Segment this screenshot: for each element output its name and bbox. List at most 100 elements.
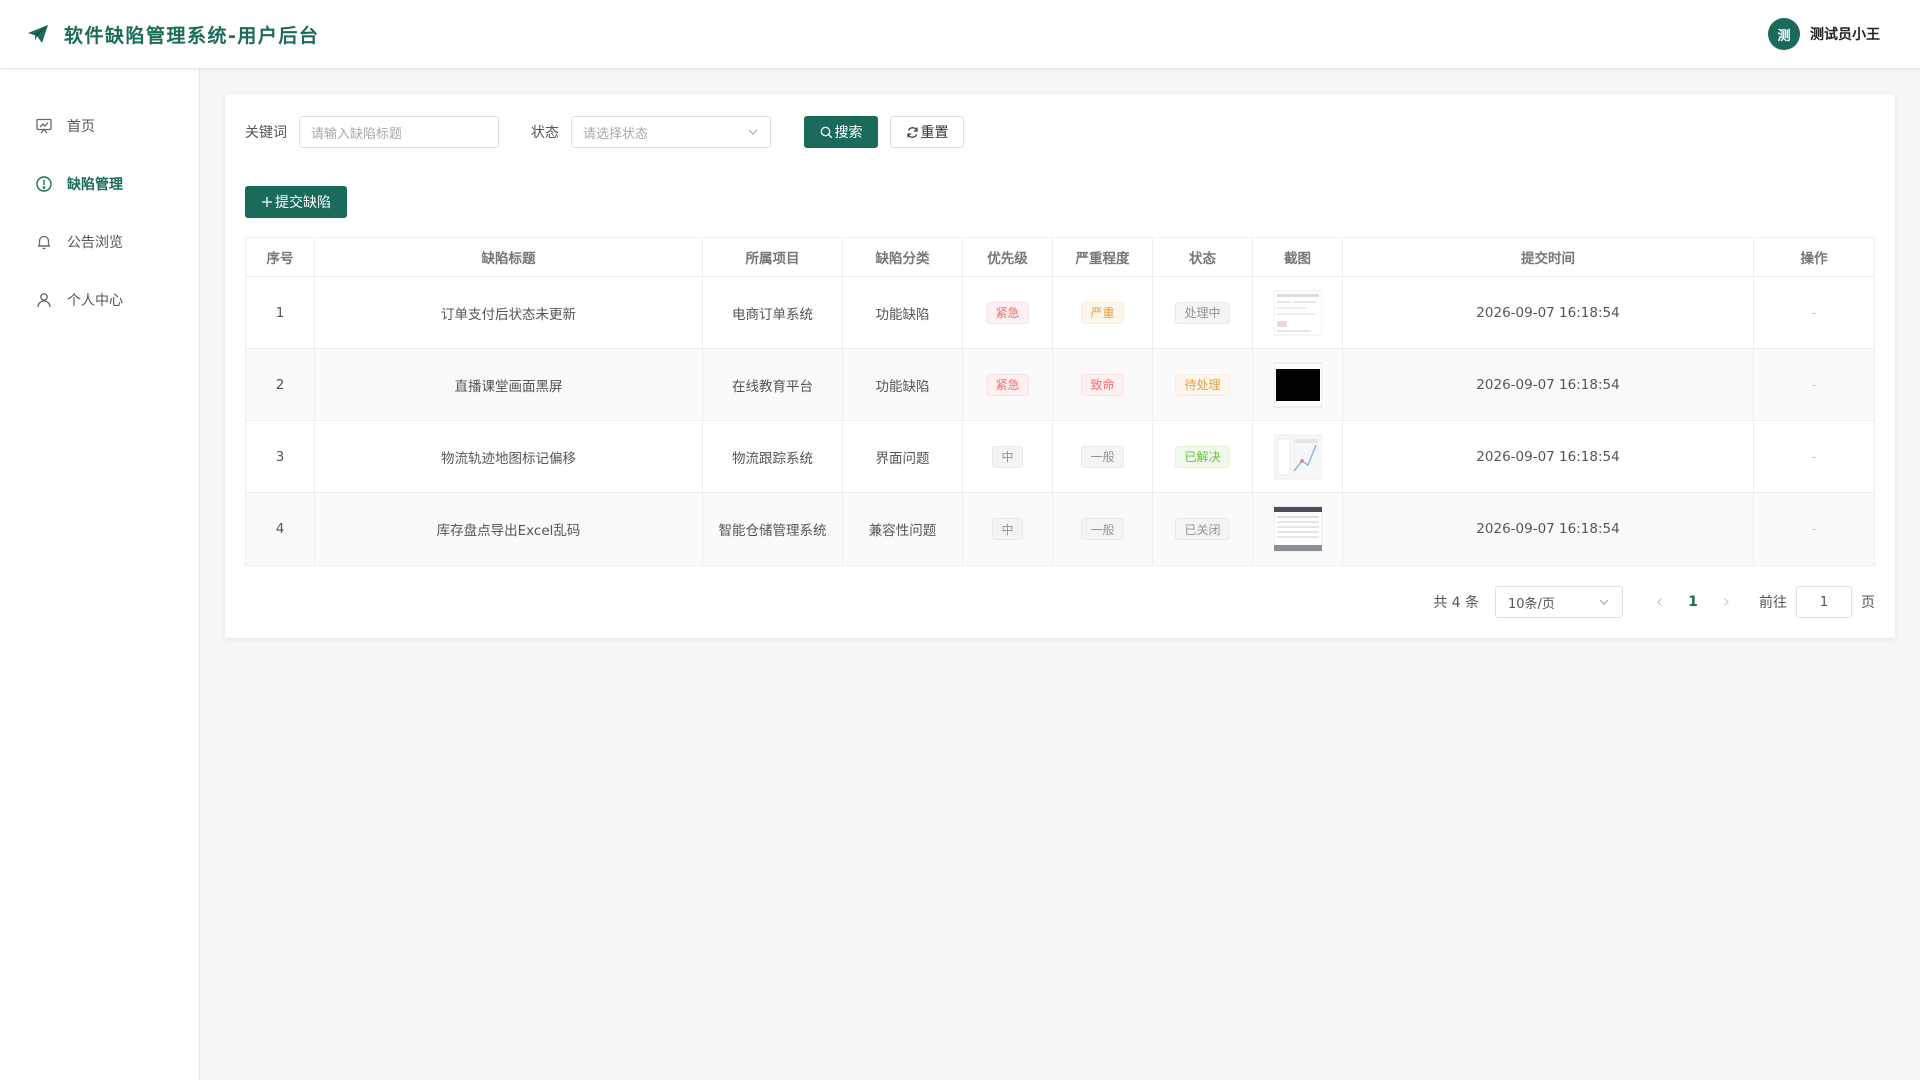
avatar[interactable]: 测 bbox=[1768, 18, 1800, 50]
table-row[interactable]: 3 物流轨迹地图标记偏移 物流跟踪系统 界面问题 中 一般 已解决 2026-0… bbox=[246, 421, 1874, 493]
chevron-down-icon bbox=[747, 126, 759, 138]
cell-actions: - bbox=[1811, 376, 1817, 393]
user-name[interactable]: 测试员小王 bbox=[1810, 24, 1880, 44]
sidebar-item-label: 个人中心 bbox=[67, 293, 123, 309]
cell-index: 3 bbox=[246, 421, 315, 492]
chevron-down-icon bbox=[1598, 596, 1610, 608]
page-number[interactable]: 1 bbox=[1675, 594, 1711, 610]
column-header: 严重程度 bbox=[1053, 238, 1153, 276]
status-tag: 待处理 bbox=[1175, 373, 1230, 396]
sidebar-item-label: 缺陷管理 bbox=[67, 177, 123, 193]
sidebar-item-label: 首页 bbox=[67, 119, 95, 135]
search-button[interactable]: 搜索 bbox=[804, 116, 878, 148]
defect-table: 序号 缺陷标题 所属项目 缺陷分类 优先级 严重程度 状态 截图 提交时间 操作… bbox=[245, 237, 1875, 566]
goto-page-value: 1 bbox=[1819, 594, 1829, 610]
cell-actions: - bbox=[1811, 521, 1817, 537]
cell-category: 功能缺陷 bbox=[843, 349, 963, 420]
priority-tag: 紧急 bbox=[986, 301, 1029, 324]
page-suffix: 页 bbox=[1861, 595, 1875, 611]
table-row[interactable]: 4 库存盘点导出Excel乱码 智能仓储管理系统 兼容性问题 中 一般 已关闭 … bbox=[246, 493, 1874, 565]
refresh-icon bbox=[906, 126, 919, 139]
search-icon bbox=[820, 126, 833, 139]
severity-tag: 严重 bbox=[1081, 301, 1124, 324]
bell-icon bbox=[35, 233, 53, 251]
column-header: 状态 bbox=[1153, 238, 1253, 276]
table-header: 序号 缺陷标题 所属项目 缺陷分类 优先级 严重程度 状态 截图 提交时间 操作 bbox=[246, 238, 1874, 277]
column-header: 缺陷分类 bbox=[843, 238, 963, 276]
table-row[interactable]: 2 直播课堂画面黑屏 在线教育平台 功能缺陷 紧急 致命 待处理 2026-09… bbox=[246, 349, 1874, 421]
cell-category: 功能缺陷 bbox=[843, 277, 963, 348]
goto-label: 前往 bbox=[1759, 595, 1787, 611]
keyword-input[interactable]: 请输入缺陷标题 bbox=[299, 116, 499, 148]
cell-title: 物流轨迹地图标记偏移 bbox=[315, 421, 703, 492]
user-menu[interactable]: 测 测试员小王 bbox=[1768, 18, 1880, 50]
page-size-select[interactable]: 10条/页 bbox=[1495, 586, 1623, 618]
reset-button[interactable]: 重置 bbox=[890, 116, 964, 148]
column-header: 提交时间 bbox=[1343, 238, 1754, 276]
pagination-total: 共 4 条 bbox=[1433, 595, 1479, 611]
severity-tag: 一般 bbox=[1081, 518, 1124, 540]
cell-time: 2026-09-07 16:18:54 bbox=[1343, 493, 1754, 565]
sidebar-item-label: 公告浏览 bbox=[67, 235, 123, 251]
paper-plane-icon bbox=[26, 22, 50, 46]
alert-circle-icon bbox=[35, 175, 53, 193]
column-header: 截图 bbox=[1253, 238, 1343, 276]
cell-index: 1 bbox=[246, 277, 315, 348]
cell-category: 界面问题 bbox=[843, 421, 963, 492]
priority-tag: 紧急 bbox=[986, 373, 1029, 396]
screenshot-thumbnail[interactable] bbox=[1273, 433, 1322, 481]
status-tag: 处理中 bbox=[1175, 301, 1230, 324]
screenshot-thumbnail[interactable] bbox=[1273, 289, 1322, 337]
column-header: 序号 bbox=[246, 238, 315, 276]
cell-actions: - bbox=[1811, 304, 1817, 321]
sidebar: 首页 缺陷管理 公告浏览 个人中心 bbox=[0, 69, 200, 1080]
screenshot-thumbnail[interactable] bbox=[1273, 505, 1322, 553]
status-tag: 已解决 bbox=[1175, 445, 1230, 468]
app-title: 软件缺陷管理系统-用户后台 bbox=[64, 24, 320, 47]
severity-tag: 一般 bbox=[1081, 445, 1124, 468]
cell-index: 2 bbox=[246, 349, 315, 420]
reset-button-label: 重置 bbox=[920, 125, 949, 141]
add-defect-label: 提交缺陷 bbox=[275, 195, 331, 211]
brand: 软件缺陷管理系统-用户后台 bbox=[26, 21, 319, 48]
cell-project: 物流跟踪系统 bbox=[703, 421, 843, 492]
dashboard-icon bbox=[35, 117, 53, 135]
cell-time: 2026-09-07 16:18:54 bbox=[1343, 277, 1754, 348]
severity-tag: 致命 bbox=[1081, 373, 1124, 396]
table-row[interactable]: 1 订单支付后状态未更新 电商订单系统 功能缺陷 紧急 严重 处理中 2026-… bbox=[246, 277, 1874, 349]
prev-page-button[interactable] bbox=[1645, 597, 1675, 607]
cell-project: 在线教育平台 bbox=[703, 349, 843, 420]
keyword-label: 关键词 bbox=[245, 125, 287, 141]
page-size-value: 10条/页 bbox=[1508, 596, 1555, 612]
sidebar-item-defects[interactable]: 缺陷管理 bbox=[0, 155, 199, 213]
cell-index: 4 bbox=[246, 493, 315, 565]
cell-time: 2026-09-07 16:18:54 bbox=[1343, 421, 1754, 492]
cell-title: 直播课堂画面黑屏 bbox=[315, 349, 703, 420]
priority-tag: 中 bbox=[992, 518, 1023, 540]
cell-title: 订单支付后状态未更新 bbox=[315, 277, 703, 348]
status-label: 状态 bbox=[531, 125, 559, 141]
sidebar-item-profile[interactable]: 个人中心 bbox=[0, 271, 199, 329]
next-page-button[interactable] bbox=[1711, 597, 1741, 607]
priority-tag: 中 bbox=[992, 445, 1023, 468]
goto-page-input[interactable]: 1 bbox=[1796, 586, 1852, 618]
sidebar-item-home[interactable]: 首页 bbox=[0, 97, 199, 155]
add-defect-button[interactable]: 提交缺陷 bbox=[245, 186, 347, 218]
filter-bar: 关键词 请输入缺陷标题 状态 请选择状态 搜索 重置 bbox=[245, 116, 1875, 148]
column-header: 所属项目 bbox=[703, 238, 843, 276]
plus-icon bbox=[261, 196, 273, 208]
cell-title: 库存盘点导出Excel乱码 bbox=[315, 493, 703, 565]
status-select[interactable]: 请选择状态 bbox=[571, 116, 771, 148]
sidebar-item-notices[interactable]: 公告浏览 bbox=[0, 213, 199, 271]
top-header: 软件缺陷管理系统-用户后台 测 测试员小王 bbox=[0, 0, 1920, 69]
status-placeholder: 请选择状态 bbox=[583, 126, 649, 142]
cell-project: 电商订单系统 bbox=[703, 277, 843, 348]
column-header: 缺陷标题 bbox=[315, 238, 703, 276]
keyword-placeholder: 请输入缺陷标题 bbox=[311, 126, 403, 142]
defect-list-card: 关键词 请输入缺陷标题 状态 请选择状态 搜索 重置 提交缺陷 序号 缺陷标题 … bbox=[225, 94, 1895, 638]
screenshot-thumbnail[interactable] bbox=[1273, 361, 1322, 409]
user-icon bbox=[35, 291, 53, 309]
cell-actions: - bbox=[1811, 448, 1817, 465]
search-button-label: 搜索 bbox=[834, 125, 863, 141]
status-tag: 已关闭 bbox=[1175, 518, 1230, 540]
